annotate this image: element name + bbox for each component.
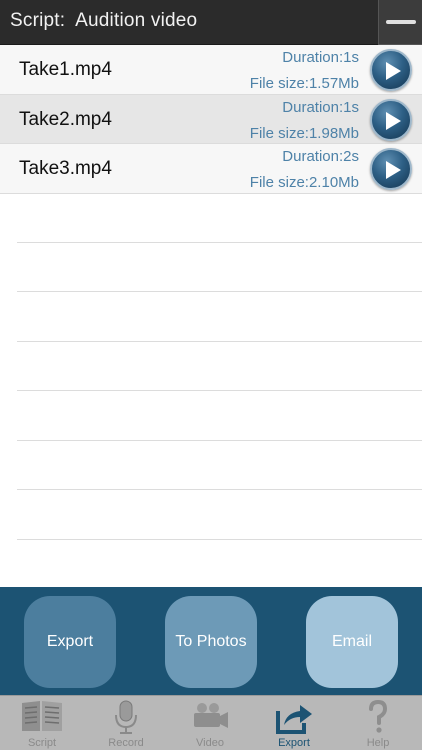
row-divider [17, 242, 422, 243]
tab-help[interactable]: Help [336, 696, 420, 750]
play-button[interactable] [370, 148, 412, 190]
row-divider [17, 489, 422, 490]
take-name: Take3.mp4 [19, 158, 112, 179]
row-divider [17, 291, 422, 292]
tab-script[interactable]: Script [0, 696, 84, 750]
to-photos-button[interactable]: To Photos [165, 596, 257, 688]
video-camera-icon [194, 703, 228, 728]
header-bar: Script: Audition video [0, 0, 422, 45]
take-row[interactable]: Take1.mp4 Duration:1s File size:1.57Mb [0, 45, 422, 95]
take-file-size: File size:2.10Mb [249, 174, 359, 191]
tab-record[interactable]: Record [84, 696, 168, 750]
help-icon [369, 699, 388, 733]
minus-icon [386, 20, 416, 24]
tab-label: Export [278, 737, 310, 749]
take-duration: Duration:1s [282, 98, 359, 116]
play-button[interactable] [370, 49, 412, 91]
row-divider [17, 341, 422, 342]
script-icon [22, 701, 62, 731]
take-name: Take2.mp4 [19, 108, 112, 130]
email-button[interactable]: Email [306, 596, 398, 688]
tab-label: Script [27, 737, 57, 749]
export-icon [276, 705, 312, 734]
take-name: Take1.mp4 [19, 59, 112, 80]
tab-label: Record [108, 737, 144, 749]
export-button[interactable]: Export [24, 596, 116, 688]
row-divider [17, 539, 422, 540]
take-row[interactable]: Take2.mp4 Duration:1s File size:1.98Mb [0, 94, 422, 144]
page-title: Script: Audition video [10, 10, 198, 31]
play-icon [386, 161, 401, 179]
play-icon [386, 62, 401, 80]
microphone-icon [115, 700, 137, 734]
menu-button[interactable] [378, 0, 422, 45]
tab-export[interactable]: Export [252, 696, 336, 750]
play-button[interactable] [370, 98, 412, 141]
app: Script: Audition video Take1.mp4 Duratio… [0, 0, 422, 750]
tab-label: Video [196, 737, 224, 749]
take-duration: Duration:2s [282, 148, 359, 165]
play-icon [386, 111, 401, 130]
take-row[interactable]: Take3.mp4 Duration:2s File size:2.10Mb [0, 144, 422, 194]
tab-video[interactable]: Video [168, 696, 252, 750]
take-file-size: File size:1.98Mb [249, 124, 359, 142]
take-duration: Duration:1s [282, 49, 359, 66]
tab-bar: Script Record Video Export Help [0, 695, 422, 750]
action-bar: Export To Photos Email [0, 587, 422, 695]
row-divider [17, 390, 422, 391]
take-file-size: File size:1.57Mb [249, 75, 359, 92]
takes-list: Take1.mp4 Duration:1s File size:1.57Mb T… [0, 45, 422, 194]
tab-label: Help [366, 737, 390, 749]
row-divider [17, 440, 422, 441]
